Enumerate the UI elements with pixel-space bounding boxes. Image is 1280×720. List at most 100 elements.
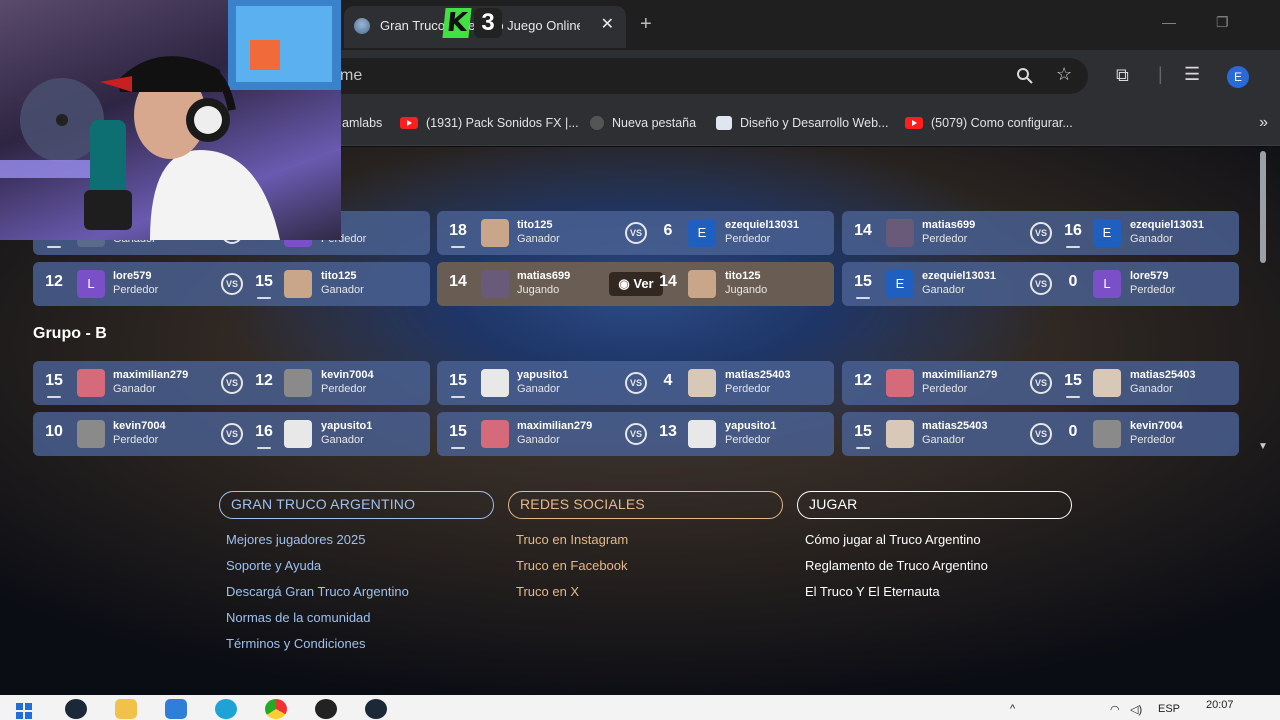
- player-status: Perdedor: [1130, 434, 1176, 446]
- footer-link[interactable]: Truco en X: [516, 584, 579, 599]
- media-controls-icon[interactable]: ☰: [1184, 64, 1200, 85]
- versus-icon: VS: [625, 222, 647, 244]
- site-favicon-icon: [354, 18, 370, 34]
- match-card[interactable]: 12 maximilian279 Perdedor VS 15 matias25403 Ga…: [842, 361, 1239, 405]
- player-avatar: [1093, 369, 1121, 397]
- player-avatar: L: [77, 270, 105, 298]
- versus-icon: VS: [1030, 273, 1052, 295]
- bookmark-item[interactable]: (1931) Pack Sonidos FX |...: [400, 116, 579, 130]
- player-name[interactable]: matias25403: [1130, 369, 1195, 381]
- player-name[interactable]: maximilian279: [113, 369, 188, 381]
- new-tab-button[interactable]: +: [640, 13, 652, 36]
- bookmark-item[interactable]: (5079) Como configurar...: [905, 116, 1073, 130]
- player-name[interactable]: kevin7004: [113, 420, 166, 432]
- player-avatar: [77, 420, 105, 448]
- bookmark-item[interactable]: Nueva pestaña: [590, 116, 696, 130]
- footer-link[interactable]: Truco en Facebook: [516, 558, 628, 573]
- player-name[interactable]: maximilian279: [922, 369, 997, 381]
- match-card[interactable]: 12 Llore579 Perdedor VS 15 tito125 Ganador: [33, 262, 430, 306]
- versus-icon: VS: [1030, 423, 1052, 445]
- player-name[interactable]: maximilian279: [517, 420, 592, 432]
- footer-link[interactable]: Reglamento de Truco Argentino: [805, 558, 988, 573]
- minimize-window-icon[interactable]: —: [1162, 14, 1176, 30]
- footer-link[interactable]: Mejores jugadores 2025: [226, 532, 365, 547]
- player-name[interactable]: matias25403: [922, 420, 987, 432]
- bookmark-item[interactable]: amlabs: [342, 116, 382, 130]
- player-score: 15: [850, 423, 876, 449]
- player-name[interactable]: ezequiel13031: [725, 219, 799, 231]
- player-status: Ganador: [1130, 233, 1173, 245]
- player-name[interactable]: ezequiel13031: [1130, 219, 1204, 231]
- footer-link[interactable]: Cómo jugar al Truco Argentino: [805, 532, 981, 547]
- player-name[interactable]: matias699: [517, 270, 570, 282]
- file-explorer-icon[interactable]: [115, 699, 137, 719]
- bookmarks-more-icon[interactable]: »: [1259, 114, 1268, 132]
- player-avatar: [481, 219, 509, 247]
- extensions-icon[interactable]: ⧉: [1116, 65, 1129, 86]
- player-status: Ganador: [517, 383, 560, 395]
- player-avatar: [688, 270, 716, 298]
- player-name[interactable]: yapusito1: [321, 420, 372, 432]
- toolbar-divider: |: [1158, 64, 1163, 84]
- address-bar[interactable]: me ☆: [320, 58, 1088, 94]
- player-name[interactable]: lore579: [113, 270, 152, 282]
- search-icon[interactable]: [1016, 67, 1034, 85]
- player-name[interactable]: tito125: [321, 270, 356, 282]
- address-bar-text: me: [340, 67, 363, 84]
- edge-icon[interactable]: [215, 699, 237, 719]
- match-card[interactable]: 14 matias699 Perdedor VS 16 Eezequiel13031 Gan…: [842, 211, 1239, 255]
- scrollbar-thumb[interactable]: [1260, 151, 1266, 263]
- player-name[interactable]: kevin7004: [1130, 420, 1183, 432]
- steam-icon[interactable]: [65, 699, 87, 719]
- language-indicator[interactable]: ESP: [1158, 703, 1180, 715]
- match-card[interactable]: 18 tito125 Ganador VS 6 Eezequiel13031 Perdedo…: [437, 211, 834, 255]
- player-name[interactable]: yapusito1: [517, 369, 568, 381]
- bookmark-star-icon[interactable]: ☆: [1056, 64, 1072, 85]
- bookmark-item[interactable]: Diseño y Desarrollo Web...: [716, 116, 888, 130]
- player-name[interactable]: yapusito1: [725, 420, 776, 432]
- obs-icon[interactable]: [315, 699, 337, 719]
- profile-avatar[interactable]: E: [1227, 66, 1249, 88]
- steam-app-icon[interactable]: [365, 699, 387, 719]
- player-name[interactable]: kevin7004: [321, 369, 374, 381]
- youtube-icon: [400, 117, 418, 129]
- footer-link[interactable]: Términos y Condiciones: [226, 636, 365, 651]
- match-card[interactable]: 15 yapusito1 Ganador VS 4 matias25403 Perdedor: [437, 361, 834, 405]
- wifi-icon[interactable]: ◠: [1110, 703, 1120, 716]
- player-name[interactable]: lore579: [1130, 270, 1169, 282]
- volume-icon[interactable]: ◁): [1130, 703, 1142, 716]
- footer-link[interactable]: Descargá Gran Truco Argentino: [226, 584, 409, 599]
- windows-start-icon[interactable]: [16, 703, 32, 719]
- store-icon[interactable]: [165, 699, 187, 719]
- player-status: Jugando: [517, 284, 560, 296]
- footer-link[interactable]: Soporte y Ayuda: [226, 558, 321, 573]
- match-card[interactable]: 15 matias25403 Ganador VS 0 kevin7004 Perdedor: [842, 412, 1239, 456]
- match-card[interactable]: 10 kevin7004 Perdedor VS 16 yapusito1 Ganador: [33, 412, 430, 456]
- player-status: Ganador: [1130, 383, 1173, 395]
- clock-time[interactable]: 20:07: [1206, 699, 1234, 711]
- tray-chevron-icon[interactable]: ^: [1010, 703, 1015, 715]
- match-card[interactable]: 14 matias699 Jugando ◉ Ver 14 tito125 Jugando: [437, 262, 834, 306]
- footer-link[interactable]: Normas de la comunidad: [226, 610, 371, 625]
- close-tab-icon[interactable]: ✕: [601, 14, 614, 34]
- player-name[interactable]: tito125: [517, 219, 552, 231]
- player-name[interactable]: matias25403: [725, 369, 790, 381]
- player-status: Perdedor: [1130, 284, 1176, 296]
- footer-link[interactable]: El Truco Y El Eternauta: [805, 584, 940, 599]
- scroll-down-arrow-icon[interactable]: ▼: [1258, 441, 1268, 452]
- player-avatar: [481, 420, 509, 448]
- chrome-icon[interactable]: [265, 699, 287, 719]
- match-card[interactable]: 15 maximilian279 Ganador VS 13 yapusito1 Perde…: [437, 412, 834, 456]
- player-avatar: L: [1093, 270, 1121, 298]
- player-name[interactable]: tito125: [725, 270, 760, 282]
- match-card[interactable]: 15 Eezequiel13031 Ganador VS 0 Llore579 Perded…: [842, 262, 1239, 306]
- player-avatar: E: [688, 219, 716, 247]
- player-name[interactable]: ezequiel13031: [922, 270, 996, 282]
- player-name[interactable]: matias699: [922, 219, 975, 231]
- footer-link[interactable]: Truco en Instagram: [516, 532, 628, 547]
- match-card[interactable]: 15 maximilian279 Ganador VS 12 kevin7004 Perde…: [33, 361, 430, 405]
- restore-window-icon[interactable]: ❐: [1216, 14, 1229, 31]
- player-score: 15: [445, 423, 471, 449]
- page-scrollbar[interactable]: ▼: [1258, 147, 1268, 452]
- player-score: 12: [45, 273, 63, 290]
